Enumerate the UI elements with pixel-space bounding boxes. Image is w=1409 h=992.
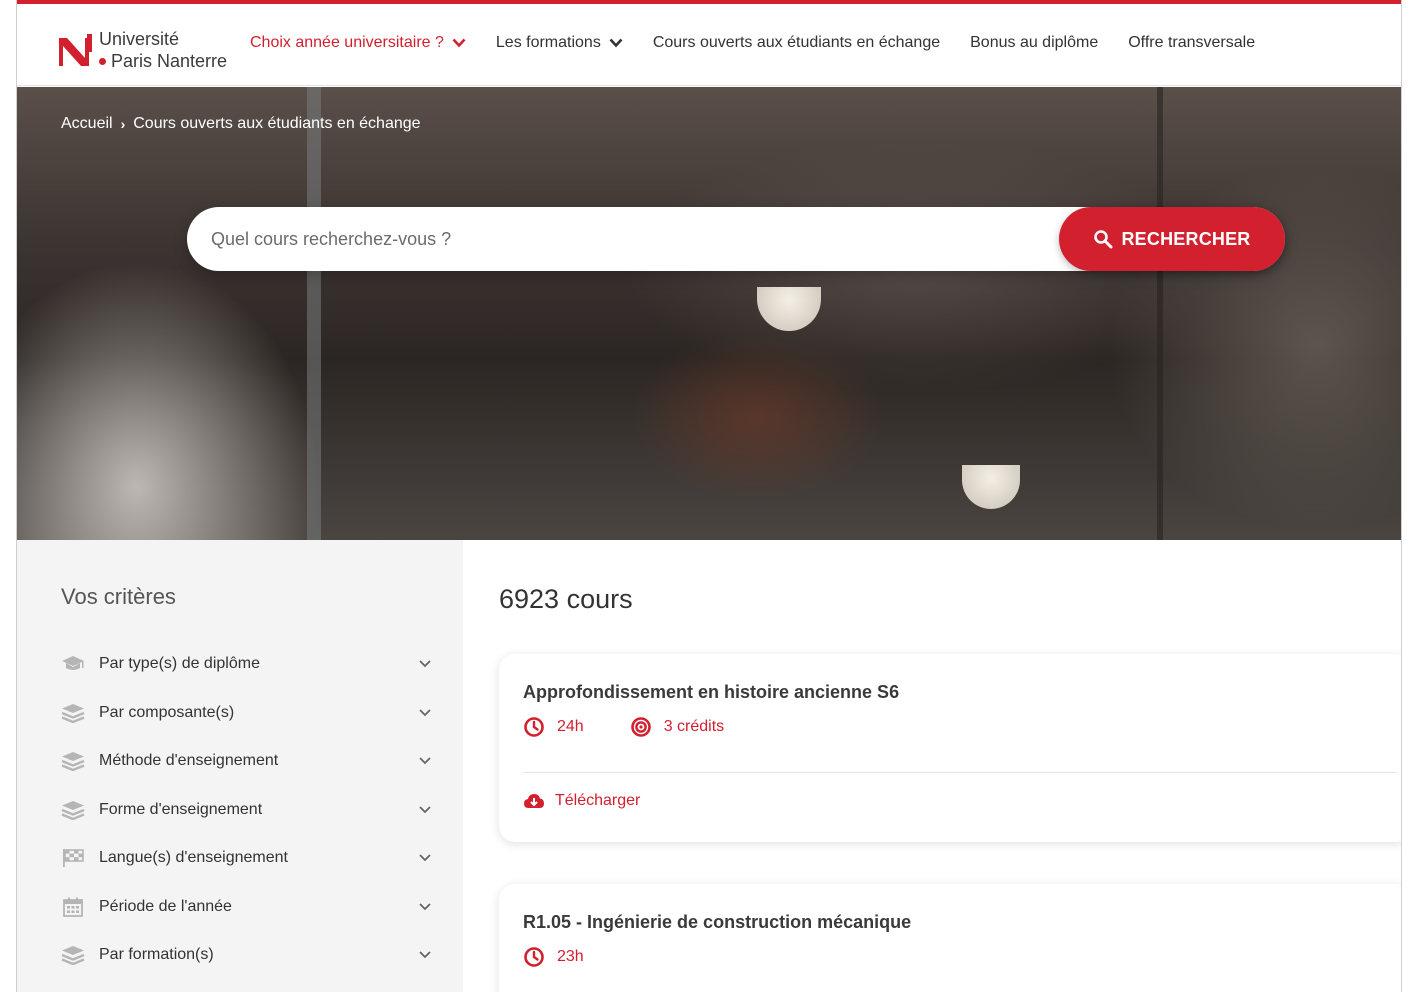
course-hours: 23h — [523, 946, 584, 968]
chevron-right-icon: › — [120, 116, 126, 132]
nav-item-academic-year[interactable]: Choix année universitaire ? — [250, 34, 466, 52]
results-count: 6923 cours — [499, 584, 633, 614]
course-credits: 3 crédits — [630, 716, 724, 738]
layers-icon — [61, 703, 85, 723]
logo-line-2-wrap: Paris Nanterre — [99, 50, 227, 72]
search-input[interactable] — [211, 207, 1041, 271]
filter-teaching-language[interactable]: Langue(s) d'enseignement — [61, 834, 431, 883]
logo-mark-icon — [59, 32, 93, 66]
chevron-down-icon — [609, 38, 623, 48]
nav-item-diploma-bonus[interactable]: Bonus au diplôme — [970, 34, 1098, 52]
logo-text: Université Paris Nanterre — [99, 28, 227, 72]
layers-icon — [61, 945, 85, 966]
nav-item-label: Choix année universitaire ? — [250, 34, 444, 51]
university-logo[interactable]: Université Paris Nanterre — [59, 28, 227, 72]
flag-icon — [61, 848, 85, 868]
target-icon — [630, 717, 651, 737]
breadcrumb-current: Cours ouverts aux étudiants en échange — [133, 115, 421, 132]
filter-teaching-form[interactable]: Forme d'enseignement — [61, 786, 431, 835]
layers-icon — [61, 800, 85, 820]
filter-label: Période de l'année — [99, 897, 232, 915]
chevron-down-icon — [419, 660, 431, 668]
course-card[interactable]: Approfondissement en histoire ancienne S… — [499, 654, 1401, 842]
hero-banner: Accueil › Cours ouverts aux étudiants en… — [17, 87, 1401, 540]
search-icon — [1094, 230, 1113, 249]
course-hours-value: 24h — [557, 718, 584, 735]
chevron-down-icon — [419, 806, 431, 814]
download-link[interactable]: Télécharger — [523, 792, 640, 810]
clock-icon — [524, 947, 544, 967]
course-card[interactable]: R1.05 - Ingénierie de construction mécan… — [499, 884, 1401, 992]
layers-icon — [61, 751, 85, 772]
course-title[interactable]: R1.05 - Ingénierie de construction mécan… — [523, 912, 911, 933]
filter-diploma-type[interactable]: Par type(s) de diplôme — [61, 640, 431, 689]
hero-decor — [1157, 87, 1163, 540]
filter-label: Par formation(s) — [99, 946, 214, 964]
course-search-bar: RECHERCHER — [187, 207, 1285, 271]
card-divider — [523, 772, 1397, 773]
course-credits-value: 3 crédits — [663, 718, 725, 735]
hero-decor — [307, 87, 321, 540]
results-panel: 6923 cours Approfondissement en histoire… — [463, 540, 1401, 992]
logo-line-1: Université — [99, 29, 180, 49]
chevron-down-icon — [452, 38, 466, 48]
logo-line-2: Paris Nanterre — [111, 51, 228, 71]
search-button-label: RECHERCHER — [1121, 228, 1251, 249]
filter-label: Par composante(s) — [99, 703, 235, 721]
filter-label: Méthode d'enseignement — [99, 752, 279, 770]
download-label: Télécharger — [555, 792, 641, 809]
filter-component[interactable]: Par composante(s) — [61, 689, 431, 738]
filter-label: Langue(s) d'enseignement — [99, 849, 288, 867]
chevron-down-icon — [419, 709, 431, 717]
nav-item-transversal-offer[interactable]: Offre transversale — [1128, 34, 1255, 52]
breadcrumb: Accueil › Cours ouverts aux étudiants en… — [61, 115, 421, 133]
filter-formation[interactable]: Par formation(s) — [61, 931, 431, 980]
course-title[interactable]: Approfondissement en histoire ancienne S… — [523, 682, 899, 703]
nav-item-exchange-courses[interactable]: Cours ouverts aux étudiants en échange — [653, 34, 940, 52]
main-nav: Choix année universitaire ? Les formatio… — [250, 34, 1285, 52]
course-meta: 23h — [523, 946, 630, 968]
filter-label: Forme d'enseignement — [99, 800, 263, 818]
graduation-cap-icon — [61, 654, 85, 674]
chevron-down-icon — [419, 903, 431, 911]
hero-decor — [962, 465, 1020, 509]
logo-dot-icon — [99, 57, 106, 65]
course-hours: 24h — [523, 716, 584, 738]
nav-item-formations[interactable]: Les formations — [496, 34, 623, 52]
nav-item-label: Les formations — [495, 34, 601, 51]
filters-title: Vos critères — [61, 584, 176, 609]
filters-list: Par type(s) de diplôme Par composante(s)… — [61, 640, 431, 980]
nav-item-label: Cours ouverts aux étudiants en échange — [652, 34, 941, 51]
nav-item-label: Offre transversale — [1128, 34, 1256, 51]
chevron-down-icon — [419, 951, 431, 959]
course-meta: 24h 3 crédits — [523, 716, 770, 738]
calendar-icon — [61, 897, 85, 917]
filter-period[interactable]: Période de l'année — [61, 883, 431, 932]
site-header: Université Paris Nanterre Choix année un… — [17, 4, 1401, 86]
clock-icon — [524, 717, 544, 737]
filter-teaching-method[interactable]: Méthode d'enseignement — [61, 737, 431, 786]
breadcrumb-home-link[interactable]: Accueil — [61, 115, 113, 133]
nav-item-label: Bonus au diplôme — [970, 34, 1099, 51]
filter-label: Par type(s) de diplôme — [99, 655, 260, 673]
cloud-download-icon — [524, 794, 544, 808]
search-button[interactable]: RECHERCHER — [1059, 207, 1285, 271]
filters-sidebar: Vos critères Par type(s) de diplôme Par … — [17, 540, 463, 992]
page-frame: Université Paris Nanterre Choix année un… — [16, 0, 1402, 992]
hero-background-image — [530, 257, 843, 477]
chevron-down-icon — [419, 757, 431, 765]
course-hours-value: 23h — [557, 948, 584, 965]
chevron-down-icon — [419, 854, 431, 862]
